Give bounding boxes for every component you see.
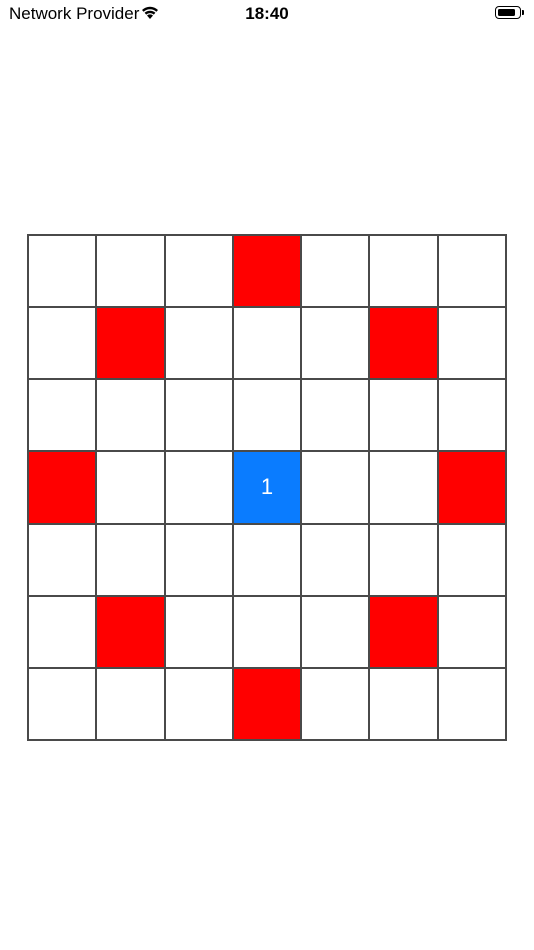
board-cell-5-2[interactable] [164, 595, 233, 668]
board-cell-3-2[interactable] [164, 451, 233, 524]
board-cell-0-3[interactable] [232, 235, 302, 308]
board-cell-5-6[interactable] [437, 595, 506, 668]
game-board: 1 [27, 234, 507, 741]
board-cell-5-0[interactable] [28, 595, 97, 668]
clock-time: 18:40 [245, 4, 289, 23]
board-cell-4-1[interactable] [96, 523, 165, 596]
board-cell-1-1[interactable] [96, 307, 165, 380]
board-cell-3-6[interactable] [437, 451, 506, 524]
board-cell-0-5[interactable] [369, 235, 438, 308]
board-cell-6-5[interactable] [369, 667, 438, 740]
battery-cap [522, 10, 524, 15]
board-cell-4-0[interactable] [28, 523, 97, 596]
board-cell-6-6[interactable] [437, 667, 506, 740]
board-cell-4-5[interactable] [369, 523, 438, 596]
board-cell-4-3[interactable] [232, 523, 302, 596]
board-cell-0-0[interactable] [28, 235, 97, 308]
board-cell-4-4[interactable] [301, 523, 370, 596]
board-cell-0-6[interactable] [437, 235, 506, 308]
board-cell-2-2[interactable] [164, 379, 233, 452]
board-cell-4-2[interactable] [164, 523, 233, 596]
board-cell-6-4[interactable] [301, 667, 370, 740]
board-cell-0-2[interactable] [164, 235, 233, 308]
board-cell-6-1[interactable] [96, 667, 165, 740]
board-cell-6-2[interactable] [164, 667, 233, 740]
board-cell-3-4[interactable] [301, 451, 370, 524]
board-cell-6-3[interactable] [232, 667, 302, 740]
board-cell-3-3[interactable]: 1 [232, 451, 302, 524]
board-cell-4-6[interactable] [437, 523, 506, 596]
board-cell-5-4[interactable] [301, 595, 370, 668]
board-cell-1-3[interactable] [232, 307, 302, 380]
board-cell-5-5[interactable] [369, 595, 438, 668]
board-cell-0-4[interactable] [301, 235, 370, 308]
board-cell-2-1[interactable] [96, 379, 165, 452]
board-cell-3-5[interactable] [369, 451, 438, 524]
board-cell-2-6[interactable] [437, 379, 506, 452]
battery-icon [495, 6, 521, 19]
board-cell-5-1[interactable] [96, 595, 165, 668]
board-cell-1-4[interactable] [301, 307, 370, 380]
status-bar: Network Provider 18:40 [0, 0, 534, 28]
board-cell-2-5[interactable] [369, 379, 438, 452]
board-cell-2-4[interactable] [301, 379, 370, 452]
battery-level [498, 9, 516, 16]
board-cell-3-1[interactable] [96, 451, 165, 524]
board-cell-5-3[interactable] [232, 595, 302, 668]
board-cell-1-5[interactable] [369, 307, 438, 380]
board-cell-2-0[interactable] [28, 379, 97, 452]
board-cell-6-0[interactable] [28, 667, 97, 740]
board-cell-1-0[interactable] [28, 307, 97, 380]
board-cell-0-1[interactable] [96, 235, 165, 308]
board-cell-1-6[interactable] [437, 307, 506, 380]
board-cell-1-2[interactable] [164, 307, 233, 380]
board-cell-2-3[interactable] [232, 379, 302, 452]
board-cell-3-0[interactable] [28, 451, 97, 524]
